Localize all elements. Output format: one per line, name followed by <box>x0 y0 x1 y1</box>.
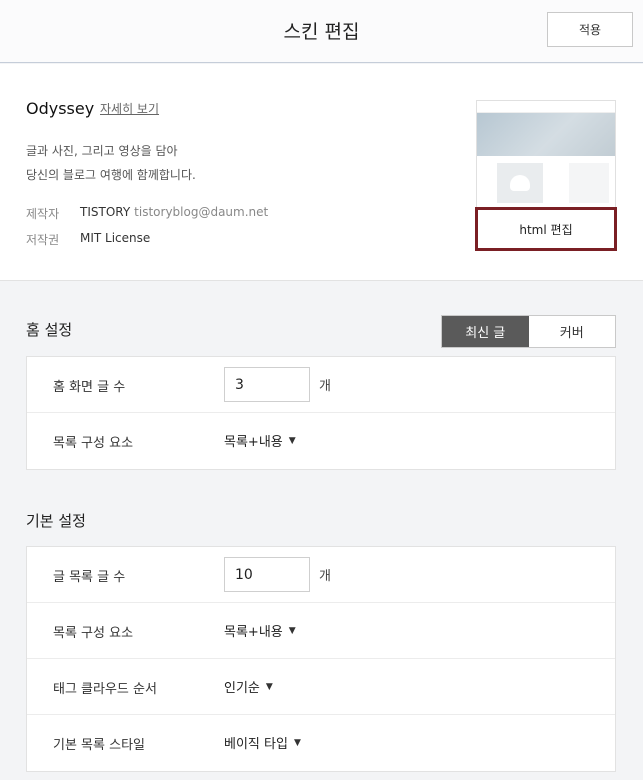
home-post-count-input[interactable] <box>224 367 310 402</box>
home-post-count-row: 홈 화면 글 수 개 <box>27 357 615 413</box>
license-value: MIT License <box>80 231 151 245</box>
home-list-component-row: 목록 구성 요소 목록+내용 ▼ <box>27 413 615 469</box>
list-count-unit: 개 <box>319 569 331 584</box>
thumbnail-nav-bar <box>477 101 615 113</box>
thumbnail-card-chair <box>497 163 543 203</box>
skin-detail-link[interactable]: 자세히 보기 <box>100 100 159 117</box>
thumbnail-card-side <box>569 163 609 203</box>
caret-down-icon: ▼ <box>265 681 273 692</box>
thumbnail-hero-image <box>477 113 615 156</box>
maker-label: 제작자 <box>26 207 60 221</box>
home-list-component-select[interactable]: 목록+내용 ▼ <box>224 431 296 450</box>
home-settings-title: 홈 설정 <box>26 321 73 339</box>
caret-down-icon: ▼ <box>288 435 296 446</box>
home-post-count-unit: 개 <box>319 379 331 394</box>
skin-description-line2: 당신의 블로그 여행에 함께합니다. <box>26 168 196 182</box>
maker-value: TISTORY tistoryblog@daum.net <box>80 205 268 219</box>
list-component-select[interactable]: 목록+내용 ▼ <box>224 621 296 640</box>
list-style-value: 베이직 타입 <box>224 737 288 752</box>
home-post-count-label: 홈 화면 글 수 <box>53 380 126 395</box>
list-component-label: 목록 구성 요소 <box>53 626 134 641</box>
tag-order-select[interactable]: 인기순 ▼ <box>224 677 273 696</box>
html-edit-button[interactable]: html 편집 <box>475 207 617 251</box>
home-list-component-value: 목록+내용 <box>224 435 283 450</box>
tag-order-value: 인기순 <box>224 681 260 696</box>
maker-name: TISTORY <box>80 205 131 219</box>
list-style-select[interactable]: 베이직 타입 ▼ <box>224 733 301 752</box>
license-label: 저작권 <box>26 233 60 247</box>
toggle-latest-posts[interactable]: 최신 글 <box>442 316 529 347</box>
caret-down-icon: ▼ <box>293 737 301 748</box>
list-count-row: 글 목록 글 수 개 <box>27 547 615 603</box>
list-component-row: 목록 구성 요소 목록+내용 ▼ <box>27 603 615 659</box>
list-component-value: 목록+내용 <box>224 625 283 640</box>
list-count-input[interactable] <box>224 557 310 592</box>
list-style-label: 기본 목록 스타일 <box>53 738 145 753</box>
skin-description-line1: 글과 사진, 그리고 영상을 담아 <box>26 144 178 158</box>
maker-email: tistoryblog@daum.net <box>134 205 269 219</box>
apply-button[interactable]: 적용 <box>547 12 633 47</box>
caret-down-icon: ▼ <box>288 625 296 636</box>
skin-thumbnail <box>476 100 616 208</box>
tag-order-row: 태그 클라우드 순서 인기순 ▼ <box>27 659 615 715</box>
basic-settings-panel: 글 목록 글 수 개 목록 구성 요소 목록+내용 ▼ 태그 클라우드 순서 인… <box>26 546 616 772</box>
home-settings-panel: 홈 화면 글 수 개 목록 구성 요소 목록+내용 ▼ <box>26 356 616 470</box>
skin-name: Odyssey <box>26 99 95 118</box>
tag-order-label: 태그 클라우드 순서 <box>53 682 157 697</box>
skin-info-panel: Odyssey 자세히 보기 글과 사진, 그리고 영상을 담아 당신의 블로그… <box>0 64 643 281</box>
list-count-label: 글 목록 글 수 <box>53 570 126 585</box>
home-list-component-label: 목록 구성 요소 <box>53 436 134 451</box>
header-bar: 스킨 편집 적용 <box>0 0 643 63</box>
toggle-cover[interactable]: 커버 <box>529 316 616 347</box>
list-style-row: 기본 목록 스타일 베이직 타입 ▼ <box>27 715 615 771</box>
basic-settings-title: 기본 설정 <box>26 512 86 530</box>
home-type-toggle: 최신 글 커버 <box>441 315 616 348</box>
